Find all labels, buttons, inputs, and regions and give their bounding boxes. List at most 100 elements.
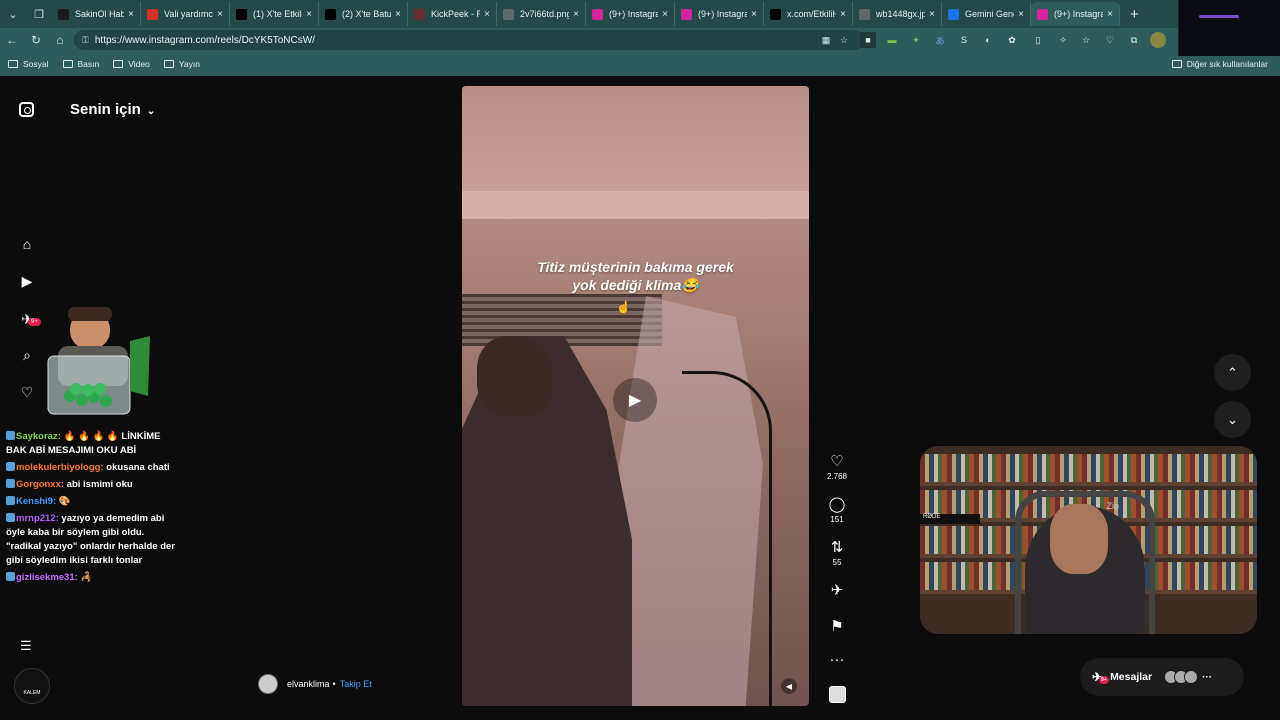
tab-favicon-icon [147,8,158,20]
close-tab-icon[interactable]: × [929,9,935,20]
bookmark-folder[interactable]: Basın [62,59,99,69]
like-action[interactable]: ♡ 2.768 [822,452,852,495]
comment-action[interactable]: ◯ 151 [822,495,852,538]
url-field[interactable]: ⚿ https://www.instagram.com/reels/DcYK5T… [74,30,864,50]
tab-menu-icon[interactable]: ⌄ [0,0,26,28]
chat-username: gizlisekme31: [16,572,78,583]
comment-icon[interactable]: ◯ [829,495,846,513]
bookmark-folder[interactable]: Yayın [163,59,200,69]
chat-text: 🦂 [80,572,93,583]
share-action[interactable]: ✈ [822,581,852,617]
tab-favicon-icon [325,8,336,20]
bookmarks-bar: Sosyal Basın Video Yayın Diğer sık kulla… [0,54,1280,74]
extension-icon[interactable]: ✦ [908,32,924,48]
browser-tab[interactable]: (1) X'te Etkili H× [230,2,319,26]
other-bookmarks[interactable]: Diğer sık kullanılanlar [1171,54,1268,74]
repost-action[interactable]: ⇅ 55 [822,538,852,581]
back-button[interactable]: ← [0,33,24,47]
home-button[interactable]: ⌂ [48,33,72,47]
extension-icon[interactable]: ■ [860,32,876,48]
next-reel-button[interactable]: ⌄ [1214,401,1251,438]
author-username[interactable]: elvanklima [287,679,330,689]
close-tab-icon[interactable]: × [484,9,490,20]
more-icon[interactable]: ··· [830,651,845,669]
browser-tab[interactable]: (2) X'te Batuha × [319,2,408,26]
avatar[interactable] [258,674,278,694]
menu-icon[interactable]: ☰ [20,638,32,654]
folder-icon [1171,60,1182,68]
extension-icon[interactable]: ◐ [980,32,996,48]
streamer-webcam: Zio RØDE [920,446,1257,634]
bookmark-folder[interactable]: Sosyal [8,59,49,69]
close-tab-icon[interactable]: × [395,9,401,20]
messages-badge: 9+ [1099,676,1109,684]
extension-icon[interactable]: S [956,32,972,48]
close-tab-icon[interactable]: × [662,9,668,20]
url-text: https://www.instagram.com/reels/DcYK5ToN… [94,34,315,46]
mute-icon[interactable]: ◀ [781,678,797,694]
share-icon[interactable]: ✈ [831,581,844,599]
browser-tab[interactable]: (9+) Instagram × [586,2,675,26]
browser-tab[interactable]: KickPeek - Real × [408,2,497,26]
reader-mode-icon[interactable]: ▦ [818,32,834,48]
heart-icon[interactable]: ♡ [830,452,843,470]
browser-tab[interactable]: Gemini Gener × [942,2,1031,26]
browser-tab[interactable]: wb1448gx.jpg × [853,2,942,26]
feed-selector[interactable]: Senin için ⌄ [70,101,155,118]
reels-icon[interactable]: ▶ [18,272,36,290]
follow-button[interactable]: Takip Et [340,679,372,689]
play-button[interactable]: ▶ [613,378,657,422]
close-tab-icon[interactable]: × [128,9,134,20]
chat-text: abi ismimi oku [66,479,133,490]
messages-button[interactable]: ✈ 9+ Mesajlar ··· [1080,658,1244,696]
close-tab-icon[interactable]: × [1018,9,1024,20]
workspaces-icon[interactable]: ❐ [26,0,52,28]
reel-author: elvanklima • Takip Et [258,674,372,694]
bookmark-folder[interactable]: Video [113,59,150,69]
repost-icon[interactable]: ⇅ [831,538,844,556]
split-screen-icon[interactable]: ▯ [1030,32,1046,48]
folder-icon [8,60,18,68]
browser-tab[interactable]: Vali yardımcıs × [141,2,230,26]
browser-tab[interactable]: (9+) Instagram × [1031,2,1120,26]
translate-icon[interactable]: あ [932,32,948,48]
close-tab-icon[interactable]: × [840,9,846,20]
site-info-icon[interactable]: ⚿ [82,35,89,46]
folder-icon [163,60,174,68]
close-tab-icon[interactable]: × [217,9,223,20]
reel-video[interactable]: Titiz müşterinin bakıma gerek yok dediği… [462,86,809,706]
collections-icon[interactable]: ⧉ [1126,32,1142,48]
direct-messages-icon: ✈ 9+ [1092,670,1109,684]
tab-title: (1) X'te Etkili H [253,9,303,19]
instagram-logo-icon[interactable] [19,102,34,117]
browser-tab[interactable]: SakinOl Haber × [52,2,141,26]
browser-tab[interactable]: x.com/EtkiliHa × [764,2,853,26]
close-tab-icon[interactable]: × [1107,9,1113,20]
favorite-star-icon[interactable]: ☆ [836,32,852,48]
audio-thumbnail[interactable] [829,686,846,703]
new-tab-button[interactable]: + [1130,6,1139,23]
browser-tab[interactable]: (9+) Instagram × [675,2,764,26]
browser-essentials-icon[interactable]: ♡ [1102,32,1118,48]
close-tab-icon[interactable]: × [751,9,757,20]
profile-avatar-icon[interactable] [1150,32,1166,48]
tab-favicon-icon [859,8,870,20]
home-icon[interactable]: ⌂ [18,235,36,253]
more-options[interactable]: ··· [822,651,852,681]
extension-icon[interactable]: ▬ [884,32,900,48]
chat-message: mrnp212: yazıyo ya demedim abi öyle kaba… [6,512,181,568]
extensions-icon[interactable]: ✧ [1055,32,1071,48]
browser-tab[interactable]: 2v7i66td.png (× [497,2,586,26]
chat-username: Kenshi9: [16,496,57,507]
refresh-button[interactable]: ↻ [24,33,48,47]
tab-favicon-icon [592,8,603,20]
close-tab-icon[interactable]: × [306,9,312,20]
bookmark-icon[interactable]: ⚑ [830,617,843,635]
previous-reel-button[interactable]: ⌃ [1214,354,1251,391]
extension-icon[interactable]: ✿ [1004,32,1020,48]
favorites-icon[interactable]: ☆ [1078,32,1094,48]
chat-username: mrnp212: [16,513,59,524]
tab-title: SakinOl Haber [75,9,124,19]
save-action[interactable]: ⚑ [822,617,852,651]
close-tab-icon[interactable]: × [573,9,579,20]
